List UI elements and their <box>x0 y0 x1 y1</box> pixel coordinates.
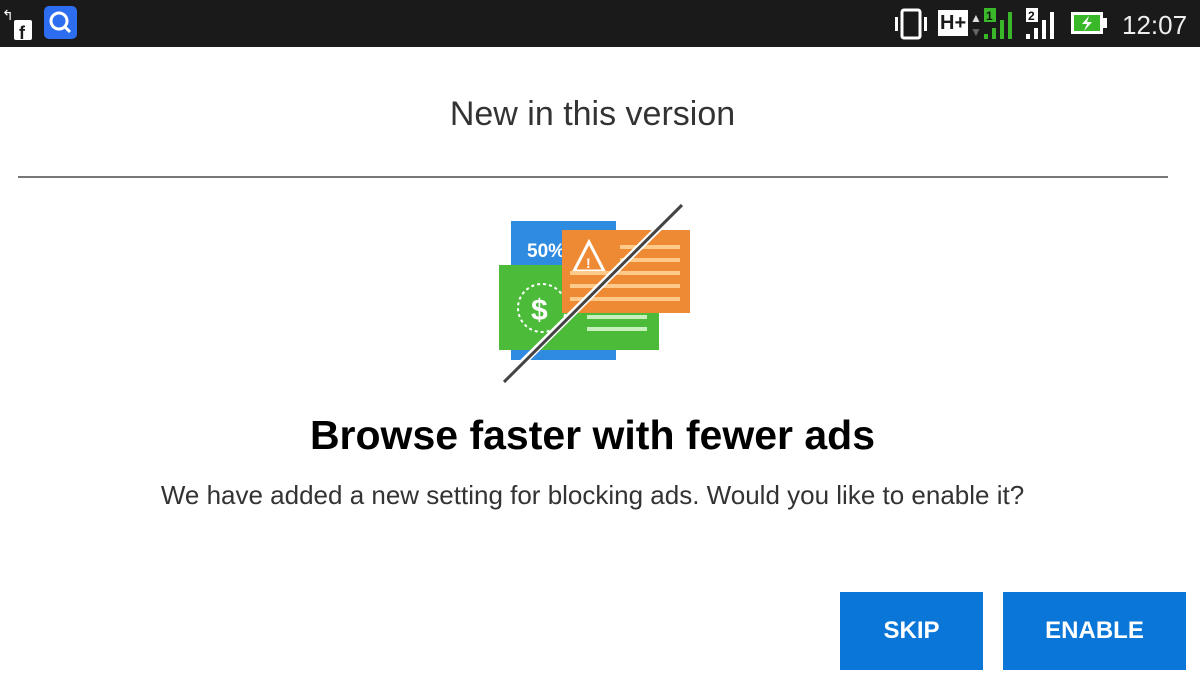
discount-badge: 50% <box>527 241 565 262</box>
svg-text:1: 1 <box>986 9 993 23</box>
description: We have added a new setting for blocking… <box>160 480 1025 510</box>
facebook-notification-icon: ↰ f <box>2 8 32 42</box>
status-bar: ↰ f H+ ▲ ▼ 1 2 12:07 <box>0 0 1200 47</box>
dialog-title: New in this version <box>449 95 736 133</box>
svg-text:2: 2 <box>1028 9 1035 23</box>
signal-sim1-icon: ▲▼ 1 <box>970 8 1012 39</box>
clock: 12:07 <box>1122 10 1188 40</box>
signal-sim2-icon: 2 <box>1026 8 1054 39</box>
svg-text:!: ! <box>586 255 591 271</box>
enable-button[interactable]: ENABLE <box>1003 592 1186 670</box>
battery-charging-icon <box>1071 12 1107 34</box>
ad-block-illustration: 50% $ ! <box>499 203 690 384</box>
search-app-icon <box>44 6 77 39</box>
network-type-icon: H+ <box>938 10 969 36</box>
skip-button[interactable]: SKIP <box>840 592 983 670</box>
svg-text:▲: ▲ <box>970 11 982 25</box>
svg-text:f: f <box>19 23 26 42</box>
svg-text:▼: ▼ <box>970 25 982 39</box>
divider <box>18 176 1168 178</box>
dollar-icon: $ <box>531 294 548 327</box>
vibrate-icon <box>895 8 927 40</box>
svg-text:↰: ↰ <box>2 8 14 24</box>
headline: Browse faster with fewer ads <box>309 412 876 458</box>
